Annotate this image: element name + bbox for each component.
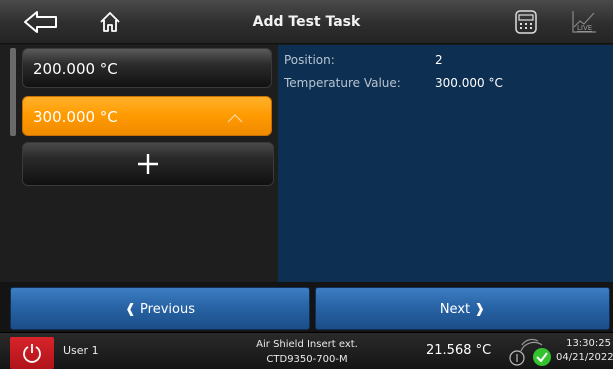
position-value: 2 [435,53,443,67]
task-details-panel: Position: 2 Temperature Value: 300.000 °… [278,45,613,282]
list-item[interactable]: 200.000 °C [22,48,272,88]
list-scrollbar[interactable] [10,48,16,136]
calculator-icon [515,10,537,34]
add-item-button[interactable] [22,142,274,186]
device-name: Air Shield Insert ext. [256,339,358,350]
navigation-bar: ❰ Previous Next ❱ [0,282,613,332]
list-item-selected[interactable]: 300.000 °C [22,96,272,136]
position-row: Position: 2 [284,51,443,69]
power-button[interactable] [10,337,54,369]
clock-time: 13:30:25 [566,338,611,349]
position-label: Position: [284,53,335,67]
list-item-label: 200.000 °C [33,60,118,78]
plus-icon [138,154,158,174]
temperature-label: Temperature Value: [284,76,401,90]
clock: 13:30:25 04/21/2022 [556,337,613,365]
chevron-left-icon: ❰ [125,302,136,317]
device-model: CTD9350-700-M [266,354,348,365]
chevron-right-icon: ❱ [474,302,486,317]
power-icon [23,344,41,363]
next-label: Next [439,302,471,317]
temperature-value: 300.000 °C [435,76,503,90]
clock-date: 04/21/2022 [556,352,613,363]
live-chart-button[interactable]: LIVE [568,6,600,38]
previous-button[interactable]: ❰ Previous [10,287,310,330]
status-bar: User 1 Air Shield Insert ext. CTD9350-70… [0,332,613,369]
current-temperature: 21.568 °C [426,343,492,358]
current-user[interactable]: User 1 [63,344,99,357]
live-chart-icon: LIVE [572,11,596,33]
device-info: Air Shield Insert ext. CTD9350-700-M [232,337,382,367]
live-label: LIVE [577,24,592,32]
list-item-label: 300.000 °C [33,108,118,126]
chevron-up-icon[interactable] [227,97,243,137]
temperature-row: Temperature Value: 300.000 °C [284,74,503,92]
connection-status-icon [509,338,551,366]
next-button[interactable]: Next ❱ [315,287,610,330]
header-bar: Add Test Task LIVE [0,0,613,44]
calculator-button[interactable] [510,6,542,38]
previous-label: Previous [140,302,195,317]
